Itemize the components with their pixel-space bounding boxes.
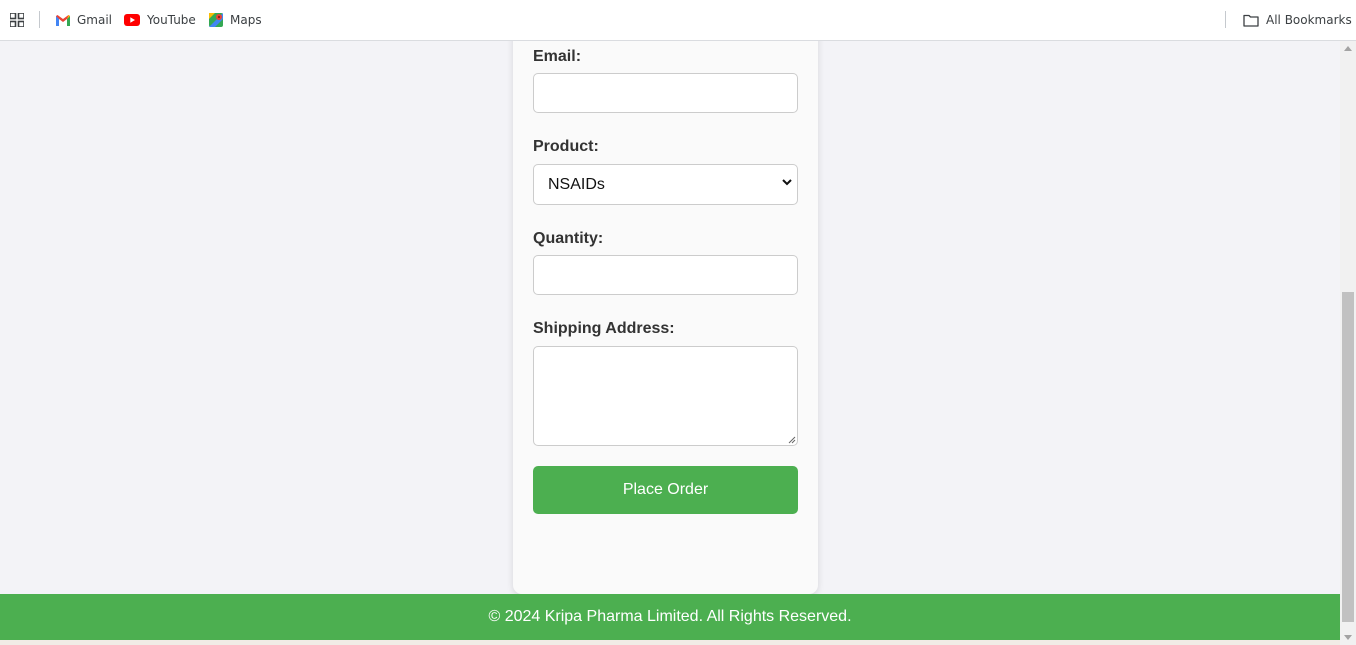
bookmarks-separator [39, 11, 40, 28]
bookmark-label: YouTube [147, 13, 196, 27]
bottom-strip [0, 640, 1340, 645]
bookmarks-bar: Gmail YouTube Maps All Bookmarks [0, 0, 1356, 41]
bookmark-maps[interactable]: Maps [209, 0, 262, 40]
bookmarks-separator [1225, 11, 1226, 28]
footer-copyright: © 2024 Kripa Pharma Limited. All Rights … [488, 608, 852, 625]
shipping-address-field[interactable] [533, 346, 798, 446]
bookmark-youtube[interactable]: YouTube [124, 0, 196, 40]
quantity-field[interactable] [533, 255, 798, 295]
all-bookmarks-button[interactable]: All Bookmarks [1243, 0, 1352, 40]
quantity-label: Quantity: [533, 230, 604, 247]
page-content: Email: Product: NSAIDs Quantity: Shippin… [0, 41, 1340, 645]
place-order-button[interactable]: Place Order [533, 466, 798, 514]
footer: © 2024 Kripa Pharma Limited. All Rights … [0, 594, 1340, 640]
all-bookmarks-label: All Bookmarks [1266, 13, 1352, 27]
chevron-down-icon [782, 179, 792, 186]
bookmark-label: Gmail [77, 13, 113, 27]
email-label: Email: [533, 48, 582, 65]
bookmark-gmail[interactable]: Gmail [56, 0, 112, 40]
youtube-icon [124, 14, 140, 26]
vertical-scrollbar[interactable] [1340, 41, 1356, 645]
resize-handle-icon[interactable] [788, 436, 796, 444]
email-field[interactable] [533, 73, 798, 113]
folder-icon [1243, 14, 1259, 27]
apps-grid-icon[interactable] [10, 13, 24, 27]
product-select[interactable]: NSAIDs [533, 164, 798, 205]
product-label: Product: [533, 138, 599, 155]
bookmark-label: Maps [230, 13, 262, 27]
gmail-icon [56, 14, 70, 26]
scroll-down-arrow-icon[interactable] [1344, 635, 1352, 641]
order-form-card: Email: Product: NSAIDs Quantity: Shippin… [513, 41, 818, 594]
scroll-up-arrow-icon[interactable] [1344, 45, 1352, 51]
maps-icon [209, 13, 223, 27]
shipping-address-label: Shipping Address: [533, 320, 675, 337]
product-selected-value: NSAIDs [548, 176, 605, 193]
scrollbar-thumb[interactable] [1342, 292, 1354, 622]
